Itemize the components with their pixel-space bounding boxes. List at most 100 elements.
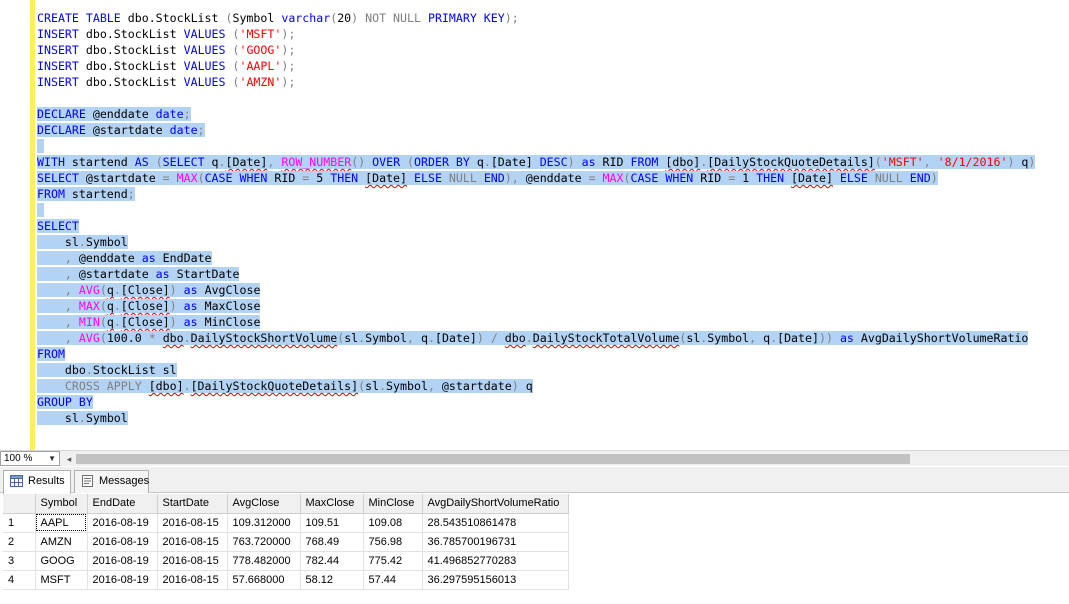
code-line[interactable]: WITH startend AS (SELECT q.[Date], ROW_N… (37, 154, 1036, 170)
code-token: () (351, 155, 373, 169)
grid-cell[interactable]: 57.668000 (227, 570, 301, 590)
row-number[interactable]: 2 (3, 532, 36, 552)
grid-cell[interactable]: 775.42 (363, 551, 423, 571)
code-line[interactable] (37, 90, 1035, 106)
grid-cell[interactable]: 2016-08-19 (87, 551, 158, 571)
code-token: @enddate (78, 251, 142, 265)
row-number[interactable]: 4 (3, 570, 36, 590)
row-number[interactable]: 1 (3, 513, 36, 533)
column-header[interactable]: MinClose (363, 494, 423, 514)
grid-cell[interactable]: 109.51 (300, 513, 364, 533)
grid-cell[interactable]: AMZN (35, 532, 88, 552)
code-line[interactable]: INSERT dbo.StockList VALUES ('AMZN'); (37, 74, 1035, 90)
grid-cell[interactable]: 57.44 (363, 570, 423, 590)
code-line[interactable]: CREATE TABLE dbo.StockList (Symbol varch… (37, 10, 1035, 26)
code-token: StartDate (176, 267, 240, 281)
code-line[interactable]: , @enddate as EndDate (37, 250, 1035, 266)
code-line[interactable]: GROUP BY (37, 394, 1035, 410)
selected-code: GROUP BY (37, 395, 93, 409)
code-line[interactable] (37, 202, 1035, 218)
grid-cell[interactable]: 36.785700196731 (422, 532, 569, 552)
code-line[interactable]: , AVG(q.[Close]) as AvgClose (37, 282, 1035, 298)
grid-cell[interactable]: 2016-08-15 (157, 551, 228, 571)
column-header[interactable]: StartDate (157, 494, 228, 514)
grid-cell[interactable]: MSFT (35, 570, 88, 590)
grid-cell[interactable]: 109.312000 (227, 513, 301, 533)
column-header[interactable]: MaxClose (300, 494, 364, 514)
code-line[interactable]: FROM (37, 346, 1035, 362)
grid-cell[interactable]: 58.12 (300, 570, 364, 590)
grid-cell[interactable]: 756.98 (363, 532, 423, 552)
code-line[interactable]: CROSS APPLY [dbo].[DailyStockQuoteDetail… (37, 378, 1035, 394)
code-line[interactable]: INSERT dbo.StockList VALUES ('GOOG'); (37, 42, 1035, 58)
grid-cell[interactable]: 36.297595156013 (422, 570, 569, 590)
code-line[interactable]: INSERT dbo.StockList VALUES ('MSFT'); (37, 26, 1035, 42)
query-editor[interactable]: CREATE TABLE dbo.StockList (Symbol varch… (0, 0, 1069, 450)
grid-cell[interactable]: 41.496852770283 (422, 551, 569, 571)
selected-code (37, 139, 44, 153)
code-line[interactable]: DECLARE @enddate date; (37, 106, 1035, 122)
grid-cell[interactable]: 2016-08-19 (87, 532, 158, 552)
code-token: @startdate (92, 123, 170, 137)
grid-cell[interactable]: 2016-08-15 (157, 570, 228, 590)
scrollbar-thumb[interactable] (76, 454, 910, 464)
code-line[interactable]: SELECT @startdate = MAX(CASE WHEN RID = … (37, 170, 1035, 186)
code-line[interactable]: INSERT dbo.StockList VALUES ('AAPL'); (37, 58, 1035, 74)
code-line[interactable]: sl.Symbol (37, 410, 1035, 426)
code-line[interactable]: , @startdate as StartDate (37, 266, 1035, 282)
code-line[interactable]: , AVG(100.0 * dbo.DailyStockShortVolume(… (37, 330, 1035, 346)
code-token: [Date] (365, 171, 408, 185)
grid-cell[interactable]: 28.543510861478 (422, 513, 569, 533)
code-token: ( (99, 283, 107, 297)
code-token: NULL (874, 171, 910, 185)
code-token: NOT NULL (358, 11, 428, 25)
results-grid[interactable]: Symbol EndDate StartDate AvgClose MaxClo… (3, 494, 569, 590)
code-token: . (218, 155, 226, 169)
code-line[interactable]: DECLARE @startdate date; (37, 122, 1035, 138)
code-line[interactable] (37, 138, 1035, 154)
table-row[interactable]: 1 AAPL 2016-08-19 2016-08-15 109.312000 … (3, 513, 569, 533)
code-token: ); (281, 27, 296, 41)
scroll-left-icon[interactable]: ◂ (62, 452, 76, 466)
grid-corner[interactable] (3, 494, 36, 514)
table-row[interactable]: 4 MSFT 2016-08-19 2016-08-15 57.668000 5… (3, 570, 569, 590)
code-token: date (169, 123, 198, 137)
sql-code[interactable]: CREATE TABLE dbo.StockList (Symbol varch… (37, 10, 1036, 426)
column-header[interactable]: AvgClose (227, 494, 301, 514)
selected-code: DECLARE @enddate date; (37, 107, 191, 121)
horizontal-scrollbar[interactable]: ◂ (62, 452, 912, 466)
code-line[interactable]: , MAX(q.[Close]) as MaxClose (37, 298, 1035, 314)
column-header[interactable]: EndDate (87, 494, 158, 514)
code-line[interactable]: FROM startend; (37, 186, 1035, 202)
tab-results[interactable]: Results (3, 470, 71, 494)
code-token: ) (1028, 155, 1036, 169)
grid-cell[interactable]: 2016-08-15 (157, 532, 228, 552)
code-line[interactable]: , MIN(q.[Close]) as MinClose (37, 314, 1035, 330)
tab-messages[interactable]: Messages (74, 470, 149, 493)
code-token: Symbol (707, 331, 750, 345)
grid-cell[interactable]: 768.49 (300, 532, 364, 552)
zoom-dropdown[interactable]: 100 % ▼ (0, 451, 60, 466)
code-token: as (581, 155, 603, 169)
grid-cell[interactable]: AAPL (35, 513, 88, 533)
column-header[interactable]: Symbol (35, 494, 88, 514)
code-line[interactable]: SELECT (37, 218, 1035, 234)
grid-cell[interactable]: 778.482000 (227, 551, 301, 571)
grid-cell[interactable]: 782.44 (300, 551, 364, 571)
code-token: MAX (78, 299, 100, 313)
table-row[interactable]: 3 GOOG 2016-08-19 2016-08-15 778.482000 … (3, 551, 569, 571)
code-token: Symbol (85, 235, 128, 249)
grid-cell[interactable]: GOOG (35, 551, 88, 571)
table-row[interactable]: 2 AMZN 2016-08-19 2016-08-15 763.720000 … (3, 532, 569, 552)
grid-cell[interactable]: 2016-08-15 (157, 513, 228, 533)
grid-cell[interactable]: 109.08 (363, 513, 423, 533)
code-line[interactable]: sl.Symbol (37, 234, 1035, 250)
column-header[interactable]: AvgDailyShortVolumeRatio (422, 494, 569, 514)
grid-cell[interactable]: 2016-08-19 (87, 570, 158, 590)
code-token: 1 (742, 171, 757, 185)
code-line[interactable]: dbo.StockList sl (37, 362, 1035, 378)
row-number[interactable]: 3 (3, 551, 36, 571)
grid-cell[interactable]: 763.720000 (227, 532, 301, 552)
grid-cell[interactable]: 2016-08-19 (87, 513, 158, 533)
